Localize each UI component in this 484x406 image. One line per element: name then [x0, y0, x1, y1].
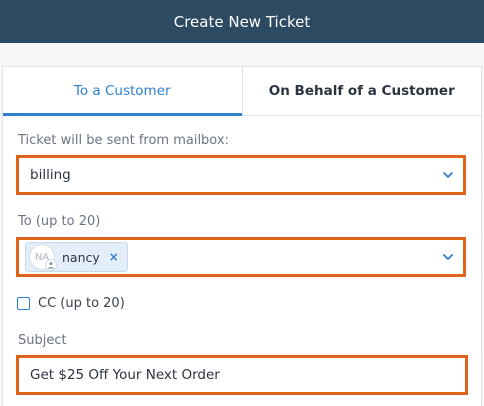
- chevron-down-icon[interactable]: [441, 250, 455, 264]
- cc-checkbox[interactable]: [17, 297, 30, 310]
- dialog-header: Create New Ticket: [0, 0, 484, 43]
- mailbox-select[interactable]: billing: [16, 155, 466, 195]
- mailbox-value: billing: [30, 167, 71, 183]
- mailbox-label: Ticket will be sent from mailbox:: [18, 133, 229, 148]
- tab-on-behalf-label: On Behalf of a Customer: [268, 83, 455, 99]
- recipient-name: nancy: [62, 249, 100, 265]
- user-icon: [45, 259, 57, 271]
- avatar: NA: [29, 244, 57, 271]
- to-recipients-field[interactable]: NA nancy ×: [16, 237, 466, 277]
- recipient-type-tabs: To a Customer On Behalf of a Customer: [3, 67, 481, 116]
- tab-to-customer[interactable]: To a Customer: [3, 67, 242, 116]
- chevron-down-icon[interactable]: [441, 168, 455, 182]
- cc-label: CC (up to 20): [38, 296, 125, 311]
- subject-label: Subject: [18, 333, 67, 348]
- subject-input[interactable]: Get $25 Off Your Next Order: [16, 355, 468, 395]
- remove-recipient-icon[interactable]: ×: [109, 250, 119, 264]
- to-label: To (up to 20): [18, 214, 101, 229]
- dialog-title: Create New Ticket: [173, 12, 311, 31]
- tab-to-customer-label: To a Customer: [73, 83, 171, 99]
- recipient-chip: NA nancy ×: [25, 242, 128, 272]
- cc-toggle[interactable]: CC (up to 20): [17, 296, 125, 311]
- subject-value: Get $25 Off Your Next Order: [30, 367, 220, 383]
- tab-on-behalf-of-customer[interactable]: On Behalf of a Customer: [241, 67, 482, 115]
